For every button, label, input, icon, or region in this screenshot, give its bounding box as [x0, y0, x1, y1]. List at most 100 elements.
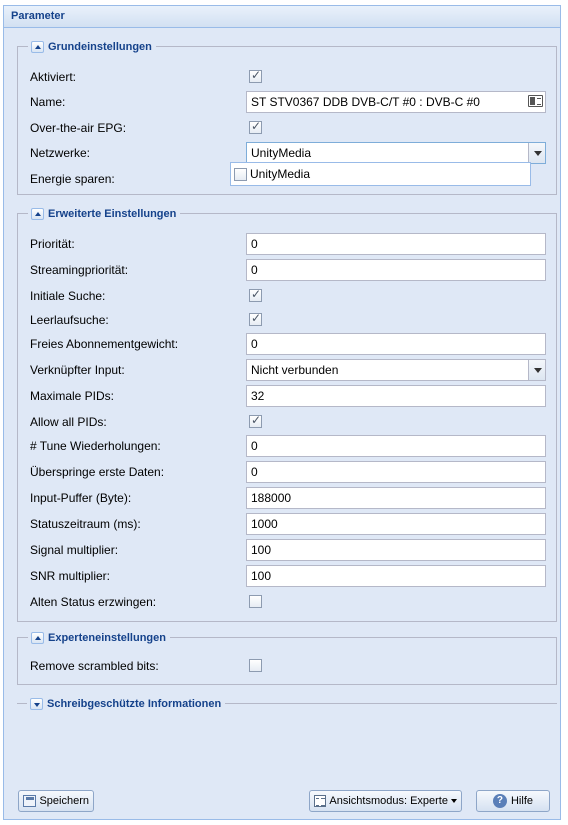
- input-puffer-label: Input-Puffer (Byte):: [30, 491, 132, 505]
- leerlaufsuche-checkbox[interactable]: [249, 311, 262, 326]
- chevron-down-icon[interactable]: [528, 143, 545, 163]
- verknuepfter-input-value: Nicht verbunden: [251, 363, 339, 377]
- row-netzwerke: Netzwerke: UnityMedia: [30, 142, 550, 164]
- name-input[interactable]: ST STV0367 DDB DVB-C/T #0 : DVB-C #0: [246, 91, 546, 113]
- row-aktiviert: Aktiviert:: [30, 66, 550, 88]
- ueberspringe-label: Überspringe erste Daten:: [30, 465, 165, 479]
- input-puffer-value: 188000: [251, 491, 292, 505]
- legend-label: Schreibgeschützte Informationen: [47, 697, 222, 710]
- ueberspringe-input[interactable]: 0: [246, 461, 546, 483]
- row-signal-multiplier: Signal multiplier: 100: [30, 539, 550, 561]
- abo-gewicht-input[interactable]: 0: [246, 333, 546, 355]
- statuszeitraum-value: 1000: [251, 517, 278, 531]
- row-ueberspringe: Überspringe erste Daten: 0: [30, 461, 550, 483]
- remove-scrambled-label: Remove scrambled bits:: [30, 659, 159, 673]
- aktiviert-checkbox[interactable]: [249, 68, 262, 83]
- max-pids-input[interactable]: 32: [246, 385, 546, 407]
- save-button-label: Speichern: [39, 795, 89, 807]
- streamingprioritaet-input[interactable]: 0: [246, 259, 546, 281]
- tune-wiederholungen-label: # Tune Wiederholungen:: [30, 439, 161, 453]
- input-puffer-input[interactable]: 188000: [246, 487, 546, 509]
- netzwerke-value: UnityMedia: [251, 146, 312, 160]
- snr-multiplier-input[interactable]: 100: [246, 565, 546, 587]
- snr-multiplier-value: 100: [251, 569, 272, 583]
- ueberspringe-value: 0: [251, 465, 258, 479]
- leerlaufsuche-label: Leerlaufsuche:: [30, 313, 109, 327]
- row-input-puffer: Input-Puffer (Byte): 188000: [30, 487, 550, 509]
- abo-gewicht-value: 0: [251, 337, 258, 351]
- row-verknuepfter-input: Verknüpfter Input: Nicht verbunden: [30, 359, 550, 381]
- legend-schreibgeschuetzt[interactable]: Schreibgeschützte Informationen: [27, 696, 226, 711]
- aktiviert-label: Aktiviert:: [30, 70, 77, 84]
- chevron-down-icon[interactable]: [528, 360, 545, 380]
- fieldset-erweitert: Erweiterte Einstellungen Priorität: 0 St…: [17, 206, 557, 622]
- legend-erweitert[interactable]: Erweiterte Einstellungen: [28, 206, 181, 221]
- initiale-suche-checkbox[interactable]: [249, 287, 262, 302]
- help-button-label: Hilfe: [510, 795, 533, 807]
- prioritaet-value: 0: [251, 237, 258, 251]
- save-button[interactable]: Speichern: [18, 790, 94, 812]
- name-label: Name:: [30, 95, 66, 109]
- verknuepfter-input-select[interactable]: Nicht verbunden: [246, 359, 546, 381]
- streamingprioritaet-label: Streamingpriorität:: [30, 263, 129, 277]
- view-mode-button[interactable]: Ansichtsmodus: Experte: [309, 790, 462, 812]
- row-snr-multiplier: SNR multiplier: 100: [30, 565, 550, 587]
- epg-label: Over-the-air EPG:: [30, 121, 127, 135]
- allow-all-pids-checkbox[interactable]: [249, 413, 262, 428]
- row-allow-all-pids: Allow all PIDs:: [30, 411, 550, 433]
- row-alten-status: Alten Status erzwingen:: [30, 591, 550, 613]
- alten-status-checkbox[interactable]: [249, 595, 262, 608]
- row-abo-gewicht: Freies Abonnementgewicht: 0: [30, 333, 550, 355]
- statuszeitraum-label: Statuszeitraum (ms):: [30, 517, 141, 531]
- id-card-icon[interactable]: [528, 95, 543, 107]
- chevron-down-icon: [451, 799, 457, 803]
- verknuepfter-input-label: Verknüpfter Input:: [30, 363, 125, 377]
- chevron-up-icon[interactable]: [31, 631, 44, 644]
- row-initiale-suche: Initiale Suche:: [30, 285, 550, 307]
- streamingprioritaet-value: 0: [251, 263, 258, 277]
- legend-experten[interactable]: Experteneinstellungen: [28, 630, 170, 645]
- legend-label: Erweiterte Einstellungen: [48, 207, 177, 220]
- max-pids-label: Maximale PIDs:: [30, 389, 115, 403]
- statuszeitraum-input[interactable]: 1000: [246, 513, 546, 535]
- dropdown-option-unitymedia[interactable]: UnityMedia: [234, 167, 310, 181]
- energie-label: Energie sparen:: [30, 172, 115, 186]
- row-streamingprioritaet: Streamingpriorität: 0: [30, 259, 550, 281]
- max-pids-value: 32: [251, 389, 265, 403]
- netzwerke-dropdown-list: UnityMedia: [230, 162, 531, 186]
- tune-wiederholungen-input[interactable]: 0: [246, 435, 546, 457]
- initiale-suche-label: Initiale Suche:: [30, 289, 106, 303]
- panel-title: Parameter: [4, 6, 560, 28]
- row-remove-scrambled: Remove scrambled bits:: [30, 655, 550, 677]
- snr-multiplier-label: SNR multiplier:: [30, 569, 111, 583]
- netzwerke-label: Netzwerke:: [30, 146, 91, 160]
- allow-all-pids-label: Allow all PIDs:: [30, 415, 107, 429]
- row-tune-wiederholungen: # Tune Wiederholungen: 0: [30, 435, 550, 457]
- chevron-down-icon[interactable]: [30, 697, 43, 710]
- help-icon: ?: [492, 794, 507, 808]
- fieldset-experten: Experteneinstellungen Remove scrambled b…: [17, 630, 557, 685]
- fieldset-schreibgeschuetzt: Schreibgeschützte Informationen: [17, 696, 557, 711]
- help-button[interactable]: ? Hilfe: [476, 790, 550, 812]
- alten-status-label: Alten Status erzwingen:: [30, 595, 157, 609]
- netzwerke-select[interactable]: UnityMedia: [246, 142, 546, 164]
- parameter-panel: Parameter Grundeinstellungen Aktiviert: …: [3, 5, 561, 820]
- tune-wiederholungen-value: 0: [251, 439, 258, 453]
- view-mode-icon: [314, 795, 327, 807]
- prioritaet-input[interactable]: 0: [246, 233, 546, 255]
- row-leerlaufsuche: Leerlaufsuche:: [30, 309, 550, 331]
- row-statuszeitraum: Statuszeitraum (ms): 1000: [30, 513, 550, 535]
- epg-checkbox[interactable]: [249, 119, 262, 134]
- legend-grundeinstellungen[interactable]: Grundeinstellungen: [28, 39, 156, 54]
- option-label: UnityMedia: [250, 167, 311, 181]
- chevron-up-icon[interactable]: [31, 40, 44, 53]
- remove-scrambled-checkbox[interactable]: [249, 659, 262, 672]
- signal-multiplier-value: 100: [251, 543, 272, 557]
- view-mode-label: Ansichtsmodus: Experte: [329, 795, 448, 807]
- legend-label: Experteneinstellungen: [48, 631, 166, 644]
- chevron-up-icon[interactable]: [31, 207, 44, 220]
- abo-gewicht-label: Freies Abonnementgewicht:: [30, 337, 179, 351]
- signal-multiplier-input[interactable]: 100: [246, 539, 546, 561]
- legend-label: Grundeinstellungen: [48, 40, 152, 53]
- option-checkbox[interactable]: [234, 167, 247, 181]
